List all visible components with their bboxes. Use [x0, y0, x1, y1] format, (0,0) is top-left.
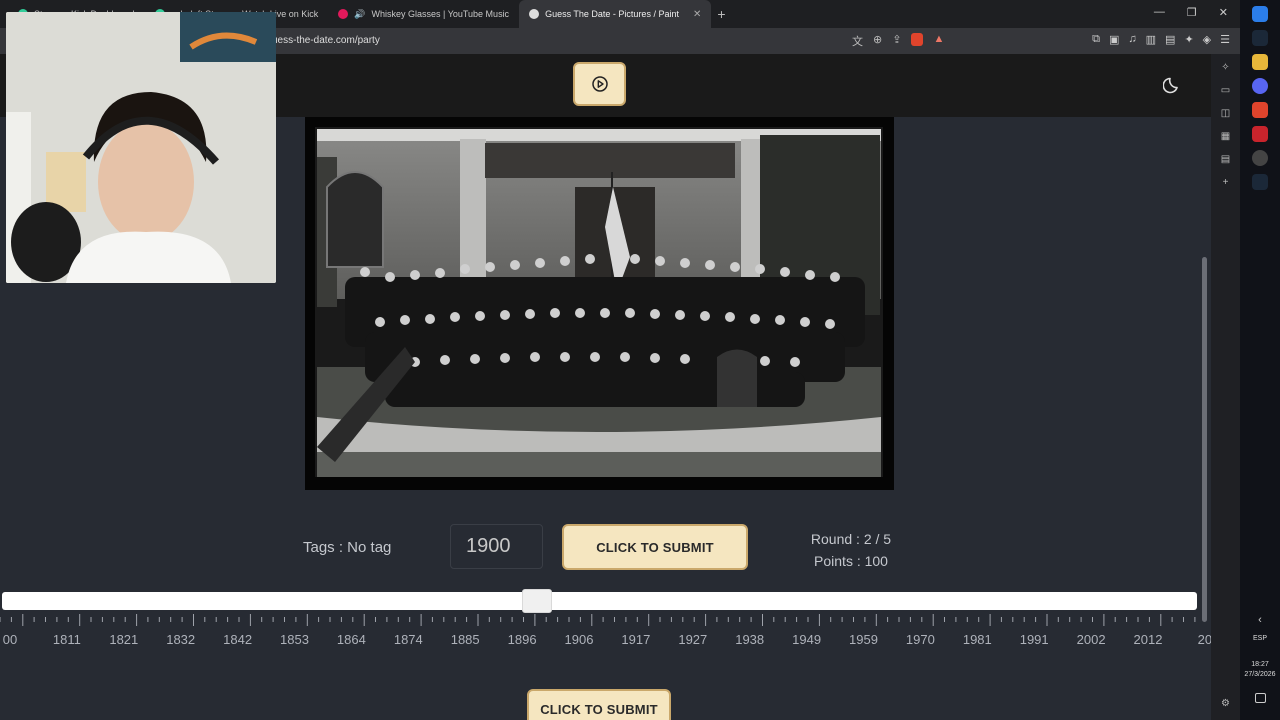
tab-label: Whiskey Glasses | YouTube Music — [371, 9, 510, 19]
taskbar-clock[interactable]: 18:27 27/3/2026 — [1244, 660, 1275, 680]
youtube-music-favicon-icon — [338, 9, 349, 19]
minimize-icon[interactable]: — — [1154, 6, 1165, 19]
tags-label: Tags : No tag — [303, 539, 392, 556]
timeline-label: 1949 — [792, 632, 822, 647]
tab-youtube-music[interactable]: 🔊 Whiskey Glasses | YouTube Music — [328, 0, 519, 28]
brave-rewards-icon[interactable]: ▲ — [933, 33, 944, 49]
timeline-label: 1981 — [962, 632, 992, 647]
brave-browser-icon[interactable] — [1252, 102, 1268, 118]
historical-group-photo — [305, 117, 894, 490]
play-icon — [591, 76, 608, 92]
browser-side-panel: ✧ ▭ ◫ ▦ ▤ + ⚙ — [1211, 54, 1240, 720]
file-explorer-icon[interactable] — [1252, 54, 1268, 70]
obs-icon[interactable] — [1252, 150, 1268, 166]
guess-photo — [305, 117, 894, 490]
timeline-label: 1821 — [109, 632, 139, 647]
round-counter: Round : 2 / 5 — [810, 531, 892, 547]
timeline-label: 1885 — [450, 632, 480, 647]
timeline-label: 1938 — [735, 632, 765, 647]
url-field[interactable]: uess-the-date.com/party — [272, 35, 380, 46]
discord-icon[interactable] — [1252, 78, 1268, 94]
vpn-icon[interactable]: ◈ — [1203, 33, 1211, 46]
extension-icons: ⧉ ▣ ♫ ▥ ▤ ✦ ◈ ☰ — [1092, 33, 1230, 46]
add-panel-icon[interactable]: + — [1223, 177, 1229, 188]
site-favicon-icon — [529, 9, 540, 19]
speaker-icon: 🔊 — [354, 8, 366, 19]
timeline-label: 00 — [2, 632, 18, 647]
language-indicator[interactable]: ESP — [1253, 635, 1267, 642]
menu-icon[interactable]: ☰ — [1220, 33, 1230, 46]
timeline-label: 2012 — [1133, 632, 1163, 647]
wallet-icon[interactable]: ◫ — [1221, 108, 1230, 119]
bottom-submit-button[interactable]: CLICK TO SUBMIT — [527, 689, 671, 720]
music-icon[interactable]: ♫ — [1128, 33, 1136, 46]
clock-date: 27/3/2026 — [1244, 671, 1276, 678]
timeline-label: 2002 — [1076, 632, 1106, 647]
leo-icon[interactable]: ✦ — [1184, 33, 1193, 46]
windows-start-icon[interactable] — [1252, 6, 1268, 22]
tab-label: Guess The Date - Pictures / Paint — [545, 9, 679, 19]
timeline-label: 1917 — [621, 632, 651, 647]
new-tab-icon[interactable]: + — [717, 6, 725, 22]
brave-shield-icon[interactable] — [911, 33, 924, 46]
webcam-overlay — [6, 12, 276, 283]
windows-taskbar: ‹ ESP 18:27 27/3/2026 — [1240, 0, 1280, 720]
timeline-label: 1927 — [678, 632, 708, 647]
moon-icon[interactable] — [1163, 74, 1183, 94]
notification-icon[interactable] — [1254, 693, 1266, 703]
address-bar-icons: 文 ⊕ ⇪ ▲ — [852, 33, 944, 49]
timeline-label: 1874 — [393, 632, 423, 647]
window-controls: — ❐ ✕ — [1154, 6, 1228, 19]
sidebar-icon[interactable]: ▥ — [1146, 33, 1156, 46]
submit-button[interactable]: CLICK TO SUBMIT — [562, 524, 748, 570]
clock-time: 18:27 — [1251, 661, 1269, 668]
timeline-label: 1959 — [849, 632, 878, 647]
timeline-label: 1864 — [336, 632, 366, 647]
points-counter: Points : 100 — [814, 553, 888, 569]
page-scrollbar[interactable] — [1199, 117, 1209, 720]
timeline-label: 1906 — [564, 632, 594, 647]
timeline-label: 1991 — [1019, 632, 1049, 647]
close-window-icon[interactable]: ✕ — [1219, 6, 1228, 19]
bookmarks-icon[interactable]: ▦ — [1221, 131, 1230, 142]
timeline-label: 1811 — [52, 632, 81, 647]
zoom-icon[interactable]: ⊕ — [873, 33, 882, 49]
wallet-icon[interactable]: ▤ — [1165, 33, 1175, 46]
media-icon[interactable]: ▭ — [1221, 85, 1230, 96]
settings-icon[interactable]: ⚙ — [1221, 698, 1230, 709]
year-slider-thumb[interactable] — [522, 589, 552, 613]
leo-ai-icon[interactable]: ✧ — [1221, 62, 1229, 73]
scrollbar-thumb[interactable] — [1202, 257, 1207, 622]
restore-icon[interactable]: ❐ — [1187, 6, 1197, 19]
share-icon[interactable]: ⇪ — [892, 33, 901, 49]
timeline-label: 1853 — [280, 632, 309, 647]
timeline-label: 1842 — [223, 632, 253, 647]
tab-guess-the-date[interactable]: Guess The Date - Pictures / Paint ✕ — [519, 0, 712, 28]
timeline-label: 1832 — [166, 632, 196, 647]
extensions-icon[interactable]: ⧉ — [1092, 33, 1100, 46]
steam-icon-2[interactable] — [1252, 174, 1268, 190]
timeline-ticks — [0, 614, 1196, 626]
close-tab-icon[interactable]: ✕ — [693, 9, 701, 20]
year-input[interactable] — [450, 524, 543, 569]
timeline-label: 1896 — [507, 632, 537, 647]
year-slider-track[interactable] — [2, 592, 1197, 610]
screenshot-icon[interactable]: ▣ — [1109, 33, 1119, 46]
translate-icon[interactable]: 文 — [852, 33, 863, 49]
round-info: Round : 2 / 5 Points : 100 — [790, 528, 912, 572]
voicemeeter-icon[interactable] — [1252, 126, 1268, 142]
play-button[interactable] — [573, 62, 626, 106]
reading-list-icon[interactable]: ▤ — [1221, 154, 1230, 165]
streamer-webcam — [6, 12, 276, 283]
steam-icon[interactable] — [1252, 30, 1268, 46]
chevron-left-icon[interactable]: ‹ — [1258, 614, 1262, 626]
timeline-label: 1970 — [905, 632, 935, 647]
